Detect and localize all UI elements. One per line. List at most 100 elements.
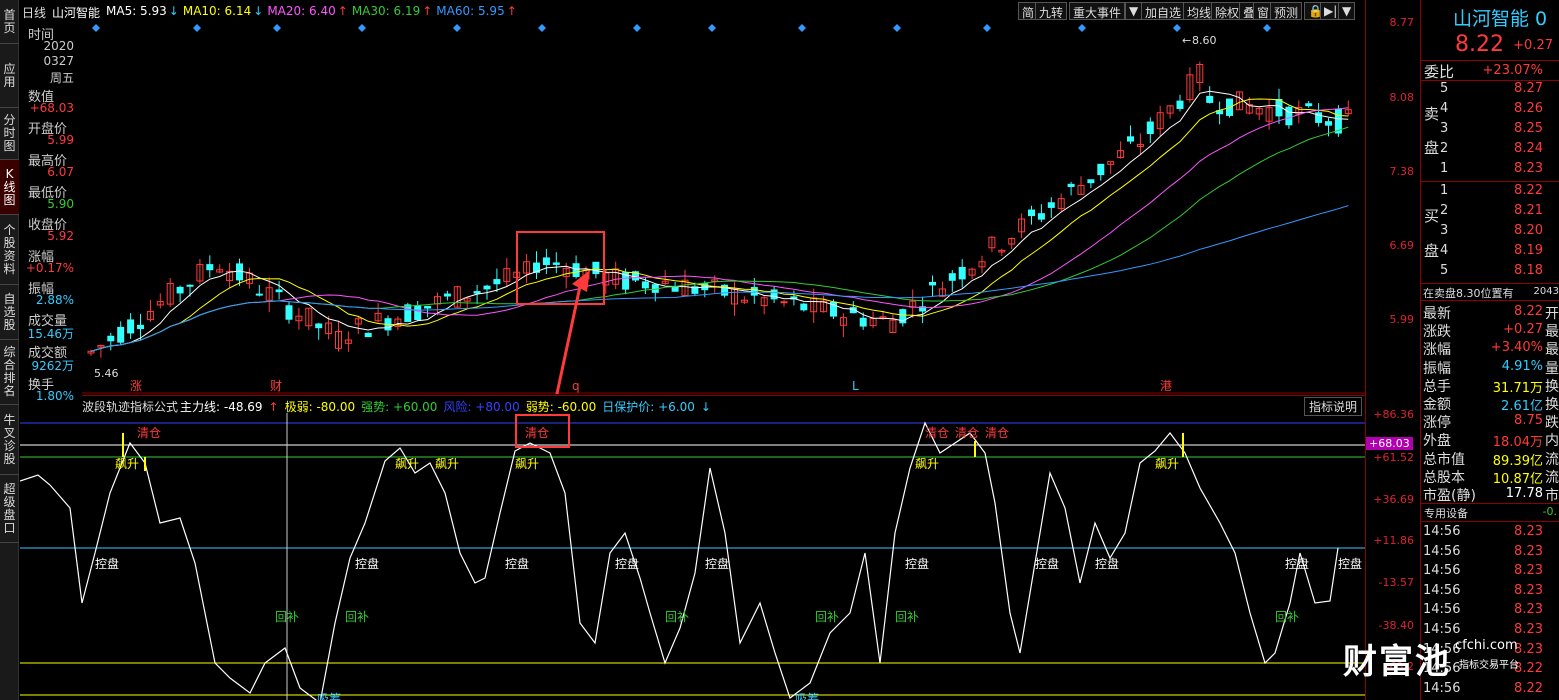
tick-time: 14:56 <box>1423 680 1461 696</box>
sector-value: -0. <box>1542 505 1557 518</box>
nav-tab-3[interactable]: K线图 <box>0 160 19 215</box>
indicator-legend: 波段轨迹指标公式 主力线: -48.69 ↑ 极弱: -80.00 强势: +60.0… <box>82 395 1365 416</box>
candle-body[interactable] <box>483 285 491 290</box>
candle-body[interactable] <box>364 332 372 338</box>
event-diamond[interactable] <box>92 24 100 32</box>
nav-tab-0[interactable]: 首页 <box>0 0 19 44</box>
candle-body[interactable] <box>1305 103 1313 107</box>
candle-body[interactable] <box>1206 95 1214 103</box>
event-marker[interactable]: 财 <box>270 379 282 393</box>
candle-body[interactable] <box>929 281 936 286</box>
event-marker[interactable]: 港 <box>1160 379 1172 393</box>
label-control: 控盘 <box>1035 556 1059 571</box>
candle-body[interactable] <box>117 326 125 343</box>
top-bar: 日线 山河智能 MA5: 5.93 ↓ MA10: 6.14 ↓ MA20: 6.40 ↑… <box>20 0 1365 22</box>
indicator-chart[interactable]: 清仓 清仓 清仓 清仓 清仓飙升 飙升 飙升 飙升 飙升 飙升控盘 控盘 控盘 控盘 控盘 控盘 控盘 控盘 控盘… <box>20 413 1365 700</box>
nav-tab-2[interactable]: 分时图 <box>0 108 19 160</box>
weibi-label: 委比 <box>1424 63 1455 81</box>
candle-body[interactable] <box>424 305 432 309</box>
candle-body[interactable] <box>859 317 867 327</box>
candle-body[interactable] <box>948 273 956 281</box>
ma-legend: MA5: 5.93 ↓ MA10: 6.14 ↓ MA20: 6.40 ↑ MA30: 6.… <box>106 4 521 18</box>
candle-body[interactable] <box>404 304 412 322</box>
event-diamond[interactable] <box>633 24 641 32</box>
candle-body[interactable] <box>285 305 293 320</box>
main-force-line <box>20 421 1339 700</box>
candle-body[interactable] <box>493 279 501 285</box>
candle-body[interactable] <box>592 261 600 275</box>
event-marker[interactable]: 涨 <box>130 378 142 393</box>
kline-chart[interactable]: ← 8.60 5.46 涨 财 q L 港 <box>82 22 1365 394</box>
toolbar-button[interactable]: 加自选 <box>1141 2 1186 20</box>
toolbar-button[interactable]: 预测 <box>1270 2 1303 20</box>
nav-tab-5[interactable]: 自选股 <box>0 285 19 340</box>
toolbar-button[interactable]: 重大事件 <box>1069 2 1126 20</box>
candle-body[interactable] <box>443 293 451 297</box>
candle-body[interactable] <box>414 305 422 321</box>
candle-body[interactable] <box>1285 106 1293 126</box>
stat-label: 总股本 <box>1423 469 1465 486</box>
candle-body[interactable] <box>1067 183 1075 188</box>
candle-body[interactable] <box>641 281 649 289</box>
candle-body[interactable] <box>1047 202 1055 208</box>
toolbar-button[interactable]: ▼ <box>1338 2 1356 20</box>
candle-body[interactable] <box>315 323 323 329</box>
event-diamond[interactable] <box>273 24 281 32</box>
toolbar-button[interactable]: ▼ <box>1125 2 1143 20</box>
event-diamond[interactable] <box>1078 24 1086 32</box>
candle-body[interactable] <box>275 289 283 293</box>
event-marker[interactable]: L <box>852 379 859 393</box>
period-label[interactable]: 日线 <box>22 4 46 21</box>
candle-body[interactable] <box>800 303 808 311</box>
label-control: 控盘 <box>355 556 379 571</box>
candle-body[interactable] <box>255 293 263 296</box>
event-diamond[interactable] <box>538 24 546 32</box>
ma-label: MA10: 6.14 <box>182 4 252 18</box>
event-diamond[interactable] <box>193 24 201 32</box>
event-diamond[interactable] <box>893 24 901 32</box>
stat-tail: 最 <box>1545 324 1559 341</box>
event-diamond[interactable] <box>708 24 716 32</box>
nav-tab-1[interactable]: 应用 <box>0 44 19 108</box>
info-value: 5.92 <box>47 229 74 243</box>
candle-body[interactable] <box>958 266 966 280</box>
candle-body[interactable] <box>186 284 194 287</box>
stock-name: 山河智能 <box>52 6 101 20</box>
nav-tab-4[interactable]: 个股资料 <box>0 215 19 285</box>
buy-price: 8.20 <box>1514 223 1543 238</box>
event-diamond[interactable] <box>1263 24 1271 32</box>
candle-body[interactable] <box>206 264 214 271</box>
ma-arrow: ↓ <box>168 4 179 18</box>
candle-body[interactable] <box>1127 136 1134 142</box>
event-diamond[interactable] <box>358 24 366 32</box>
candle-body[interactable] <box>107 335 115 342</box>
candle-body[interactable] <box>176 286 184 294</box>
candle-body[interactable] <box>1176 100 1184 109</box>
candle-body[interactable] <box>1325 121 1332 126</box>
candle-body[interactable] <box>1028 209 1035 217</box>
stat-value: 10.87亿 <box>1492 471 1543 487</box>
candle-body[interactable] <box>1146 121 1154 135</box>
low-value: 5.46 <box>94 367 119 380</box>
candle-body[interactable] <box>671 286 679 292</box>
candle-body[interactable] <box>1037 213 1045 220</box>
event-diamond[interactable] <box>798 24 806 32</box>
event-diamond[interactable] <box>983 24 991 32</box>
candle-body[interactable] <box>1087 179 1095 184</box>
event-diamond[interactable] <box>453 24 461 32</box>
candle-body[interactable] <box>572 263 580 278</box>
candle-body[interactable] <box>1097 163 1105 176</box>
candle-body[interactable] <box>542 257 550 266</box>
candle-body[interactable] <box>127 319 135 334</box>
nav-tab-6[interactable]: 综合排名 <box>0 340 19 405</box>
candle-body[interactable] <box>552 262 560 265</box>
event-diamond[interactable] <box>1173 24 1181 32</box>
candle-body[interactable] <box>473 291 481 294</box>
candle-body[interactable] <box>780 301 788 304</box>
nav-tab-8[interactable]: 超级盘口 <box>0 475 19 543</box>
toolbar-button[interactable]: 九转 <box>1035 2 1068 20</box>
stat-value: 8.22 <box>1514 304 1543 319</box>
candle-body[interactable] <box>137 324 144 330</box>
event-marker[interactable]: q <box>572 379 580 393</box>
nav-tab-7[interactable]: 牛叉诊股 <box>0 405 19 475</box>
